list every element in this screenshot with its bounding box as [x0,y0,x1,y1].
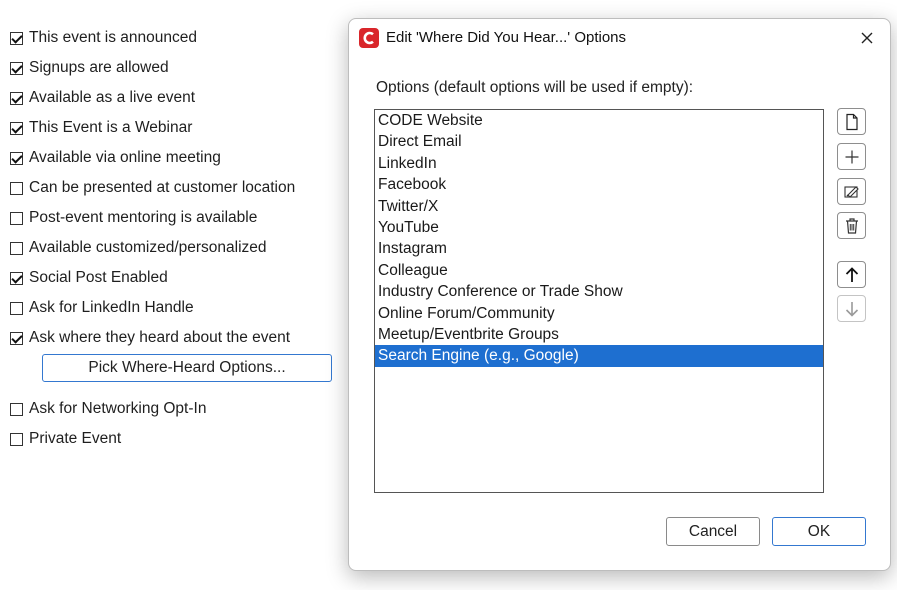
new-option-button[interactable] [837,108,866,135]
list-item[interactable]: Online Forum/Community [375,303,823,324]
checkbox-post-event-mentoring[interactable]: Post-event mentoring is available [10,208,257,228]
checkbox-label: Signups are allowed [29,59,169,76]
edit-options-dialog: Edit 'Where Did You Hear...' Options Opt… [348,18,891,571]
list-item[interactable]: LinkedIn [375,153,823,174]
checkbox-networking-opt-in[interactable]: Ask for Networking Opt-In [10,399,206,419]
list-item[interactable]: Industry Conference or Trade Show [375,281,823,302]
checkbox-label: Ask for Networking Opt-In [29,400,207,417]
list-item[interactable]: Direct Email [375,131,823,152]
delete-option-button[interactable] [837,212,866,239]
checkbox-box[interactable] [10,151,23,165]
trash-icon [845,217,858,234]
dialog-title: Edit 'Where Did You Hear...' Options [386,29,627,46]
list-item-selected[interactable]: Search Engine (e.g., Google) [375,345,823,367]
arrow-up-icon [845,266,858,282]
checkbox-label: Available as a live event [29,89,196,106]
checkbox-label: This event is announced [29,29,198,46]
list-item[interactable]: YouTube [375,217,823,238]
add-option-button[interactable] [837,143,866,170]
list-item[interactable]: Colleague [375,260,823,281]
ok-button[interactable]: OK [772,517,866,546]
checkbox-signups-allowed[interactable]: Signups are allowed [10,58,169,78]
checkbox-box[interactable] [10,91,23,105]
checkbox-label: Ask for LinkedIn Handle [29,299,194,316]
checkbox-box[interactable] [10,271,23,285]
checkbox-label: Available via online meeting [29,149,221,166]
checkbox-webinar[interactable]: This Event is a Webinar [10,118,192,138]
checkbox-box[interactable] [10,331,23,345]
checkbox-label: Can be presented at customer location [29,179,296,196]
checkbox-linkedin-handle[interactable]: Ask for LinkedIn Handle [10,298,194,318]
checkbox-social-post[interactable]: Social Post Enabled [10,268,168,288]
pick-where-heard-options-button[interactable]: Pick Where-Heard Options... [42,354,332,382]
checkbox-private-event[interactable]: Private Event [10,429,121,449]
new-document-icon [845,113,858,130]
close-icon[interactable] [856,27,878,49]
checkbox-box[interactable] [10,402,23,416]
checkbox-box[interactable] [10,301,23,315]
checkbox-where-heard[interactable]: Ask where they heard about the event [10,328,290,348]
checkbox-box[interactable] [10,31,23,45]
checkbox-box[interactable] [10,211,23,225]
list-item[interactable]: Facebook [375,174,823,195]
plus-icon [845,150,858,163]
options-prompt: Options (default options will be used if… [376,79,694,96]
checkbox-label: This Event is a Webinar [29,119,193,136]
checkbox-label: Social Post Enabled [29,269,168,286]
event-settings-page: This event is announced Signups are allo… [0,0,897,590]
checkbox-online-meeting[interactable]: Available via online meeting [10,148,221,168]
checkbox-box[interactable] [10,241,23,255]
checkbox-customized[interactable]: Available customized/personalized [10,238,267,258]
checkbox-box[interactable] [10,121,23,135]
checkbox-customer-location[interactable]: Can be presented at customer location [10,178,295,198]
checkbox-event-announced[interactable]: This event is announced [10,28,197,48]
dialog-titlebar[interactable]: Edit 'Where Did You Hear...' Options [349,19,890,57]
checkbox-live-event[interactable]: Available as a live event [10,88,195,108]
arrow-down-icon [845,301,858,317]
checkbox-label: Private Event [29,430,122,447]
options-listbox[interactable]: CODE Website Direct Email LinkedIn Faceb… [374,109,824,493]
checkbox-box[interactable] [10,61,23,75]
edit-option-button[interactable] [837,178,866,205]
list-item[interactable]: Twitter/X [375,196,823,217]
checkbox-label: Ask where they heard about the event [29,329,291,346]
cancel-button[interactable]: Cancel [666,517,760,546]
list-item[interactable]: Instagram [375,238,823,259]
checkbox-label: Available customized/personalized [29,239,267,256]
edit-icon [843,185,859,198]
app-logo-icon [359,28,379,48]
move-up-button[interactable] [837,261,866,288]
list-item[interactable]: CODE Website [375,110,823,131]
list-item[interactable]: Meetup/Eventbrite Groups [375,324,823,345]
move-down-button[interactable] [837,295,866,322]
checkbox-label: Post-event mentoring is available [29,209,258,226]
checkbox-box[interactable] [10,432,23,446]
checkbox-box[interactable] [10,181,23,195]
